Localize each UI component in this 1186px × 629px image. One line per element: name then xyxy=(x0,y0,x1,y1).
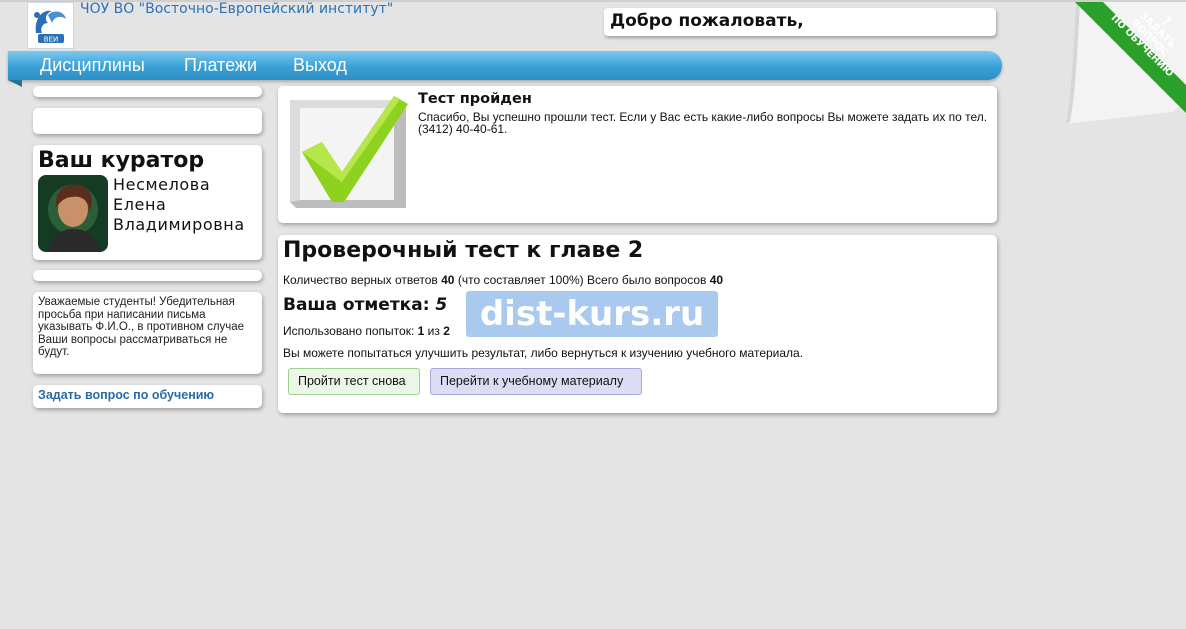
welcome-box: Добро пожаловать, xyxy=(604,8,996,36)
welcome-text: Добро пожаловать, xyxy=(610,11,804,31)
sidebar-panel-empty xyxy=(33,108,262,134)
attempts-total: 2 xyxy=(443,324,450,338)
retry-test-button[interactable]: Пройти тест снова xyxy=(288,368,420,395)
test-passed-panel: Тест пройден Спасибо, Вы успешно прошли … xyxy=(278,86,997,223)
correct-answers-line: Количество верных ответов 40 (что состав… xyxy=(283,273,723,287)
curator-title: Ваш куратор xyxy=(38,148,205,173)
pass-text: Спасибо, Вы успешно прошли тест. Если у … xyxy=(418,110,988,136)
nav-disciplines[interactable]: Дисциплины xyxy=(40,55,145,76)
grade-line: Ваша отметка: 5 xyxy=(283,295,447,315)
logo-text: ВЕИ xyxy=(44,36,58,44)
ask-question-panel: Задать вопрос по обучению xyxy=(33,385,262,408)
attempts-line: Использовано попыток: 1 из 2 xyxy=(283,324,450,338)
pass-title: Тест пройден xyxy=(418,91,532,107)
correct-value: 40 xyxy=(441,273,455,287)
notice-text: Уважаемые студенты! Убедительная просьба… xyxy=(38,296,245,358)
percent-text: (что составляет 100%) Всего было вопросо… xyxy=(457,273,707,287)
curator-panel: Ваш куратор Несмелова Елена Владимировна xyxy=(33,145,262,260)
notice-panel: Уважаемые студенты! Убедительная просьба… xyxy=(33,292,262,374)
ask-question-corner[interactable]: ? ЗАДАТЬ ВОПРОС ПО ОБУЧЕНИЮ xyxy=(1062,0,1186,126)
institute-logo[interactable]: ВЕИ xyxy=(27,2,74,49)
sidebar-panel-top xyxy=(33,86,262,97)
watermark: dist-kurs.ru xyxy=(466,291,718,337)
test-title: Проверочный тест к главе 2 xyxy=(283,238,644,263)
curator-name: Несмелова Елена Владимировна xyxy=(113,175,245,234)
hint-text: Вы можете попытаться улучшить результат,… xyxy=(283,346,804,360)
ask-question-link[interactable]: Задать вопрос по обучению xyxy=(38,388,214,402)
correct-label: Количество верных ответов xyxy=(283,273,438,287)
study-material-button[interactable]: Перейти к учебному материалу xyxy=(430,368,642,395)
total-value: 40 xyxy=(709,273,724,287)
check-icon xyxy=(290,96,408,208)
curator-photo xyxy=(38,175,108,252)
nav-logout[interactable]: Выход xyxy=(293,55,347,76)
attempts-used: 1 xyxy=(417,324,425,338)
nav-fold-decoration xyxy=(8,80,22,87)
main-nav: Дисциплины Платежи Выход xyxy=(8,51,1002,80)
nav-payments[interactable]: Платежи xyxy=(184,55,257,76)
grade-label: Ваша отметка: xyxy=(283,295,430,315)
sidebar-panel-spacer xyxy=(33,270,262,281)
grade-value: 5 xyxy=(435,295,448,315)
institute-name: ЧОУ ВО "Восточно-Европейский институт" xyxy=(80,1,394,17)
attempts-label: Использовано попыток: xyxy=(283,324,415,338)
attempts-of: из xyxy=(427,324,440,338)
